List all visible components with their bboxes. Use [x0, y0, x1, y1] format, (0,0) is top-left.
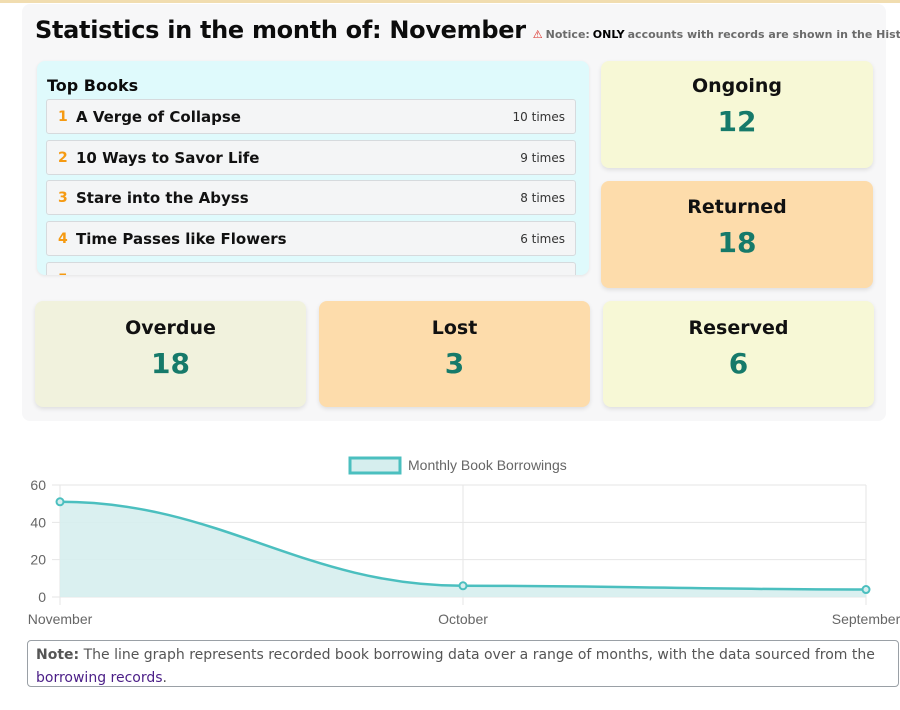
ongoing-label: Ongoing	[692, 75, 782, 97]
chart-legend[interactable]: Monthly Book Borrowings	[348, 456, 567, 475]
top-book-row-2[interactable]: 2 10 Ways to Savor Life 9 times	[46, 140, 576, 175]
chart-svg: Monthly Book Borrowings 0 20 40 60 November O…	[28, 456, 900, 627]
page-title: Statistics in the month of: November	[35, 16, 526, 44]
book-title: Time Passes like Flowers	[76, 229, 287, 248]
notice: ⚠ Notice: ONLY accounts with records are…	[533, 28, 900, 41]
top-book-row-4[interactable]: 4 Time Passes like Flowers 6 times	[46, 221, 576, 256]
book-count: 9 times	[520, 150, 565, 165]
note-text: The line graph represents recorded book …	[83, 647, 875, 663]
book-count: 6 times	[520, 231, 565, 246]
book-count: 10 times	[512, 109, 565, 124]
ongoing-card: Ongoing 12	[601, 61, 873, 168]
top-accent-bar	[0, 0, 900, 3]
book-count: 8 times	[520, 190, 565, 205]
y-tick-label: 40	[30, 514, 46, 530]
reserved-card: Reserved 6	[603, 301, 874, 407]
book-title: Stare into the Abyss	[76, 188, 249, 207]
ongoing-value: 12	[717, 105, 757, 138]
x-tick-label: September	[832, 611, 900, 627]
top-books-title: Top Books	[47, 76, 139, 95]
top-book-row-1[interactable]: 1 A Verge of Collapse 10 times	[46, 99, 576, 134]
notice-strong: ONLY	[592, 28, 625, 41]
borrowings-chart: Monthly Book Borrowings 0 20 40 60 November O…	[0, 440, 900, 640]
book-rank: 2	[58, 149, 68, 166]
data-point	[458, 581, 468, 591]
lost-label: Lost	[431, 317, 478, 339]
book-rank: 3	[58, 189, 68, 206]
y-tick-label: 0	[38, 589, 46, 605]
returned-label: Returned	[687, 196, 787, 218]
notice-text: accounts with records are shown in the H…	[627, 28, 900, 41]
returned-card: Returned 18	[601, 181, 873, 288]
overdue-card: Overdue 18	[35, 301, 306, 407]
book-title: A Verge of Collapse	[76, 107, 241, 126]
overdue-value: 18	[151, 347, 190, 380]
note-end: .	[162, 670, 167, 686]
note-label: Note:	[36, 647, 80, 663]
data-point	[55, 497, 65, 507]
returned-value: 18	[717, 226, 757, 259]
lost-card: Lost 3	[319, 301, 590, 407]
y-tick-label: 60	[30, 477, 46, 493]
y-tick-label: 20	[30, 552, 46, 568]
top-books-panel[interactable]: Top Books 1 A Verge of Collapse 10 times…	[37, 61, 589, 275]
page-heading: Statistics in the month of: November ⚠ N…	[35, 16, 900, 44]
lost-value: 3	[444, 347, 465, 380]
chart-note: Note: The line graph represents recorded…	[27, 640, 899, 687]
warning-icon: ⚠	[532, 28, 543, 41]
book-title: 10 Ways to Savor Life	[76, 148, 260, 167]
notice-prefix: Notice:	[545, 28, 590, 41]
top-book-row-3[interactable]: 3 Stare into the Abyss 8 times	[46, 180, 576, 215]
reserved-value: 6	[728, 347, 749, 380]
top-book-row-5[interactable]: 5	[46, 262, 576, 275]
book-rank: 1	[58, 108, 68, 125]
x-tick-label: October	[438, 611, 488, 627]
legend-swatch	[348, 456, 402, 475]
reserved-label: Reserved	[688, 317, 789, 339]
legend-label: Monthly Book Borrowings	[408, 457, 567, 473]
x-tick-label: November	[28, 611, 93, 627]
book-rank: 4	[58, 230, 68, 247]
borrowing-records-link[interactable]: borrowing records	[36, 670, 163, 686]
overdue-label: Overdue	[125, 317, 216, 339]
book-rank: 5	[47, 272, 76, 276]
data-point	[861, 585, 871, 595]
